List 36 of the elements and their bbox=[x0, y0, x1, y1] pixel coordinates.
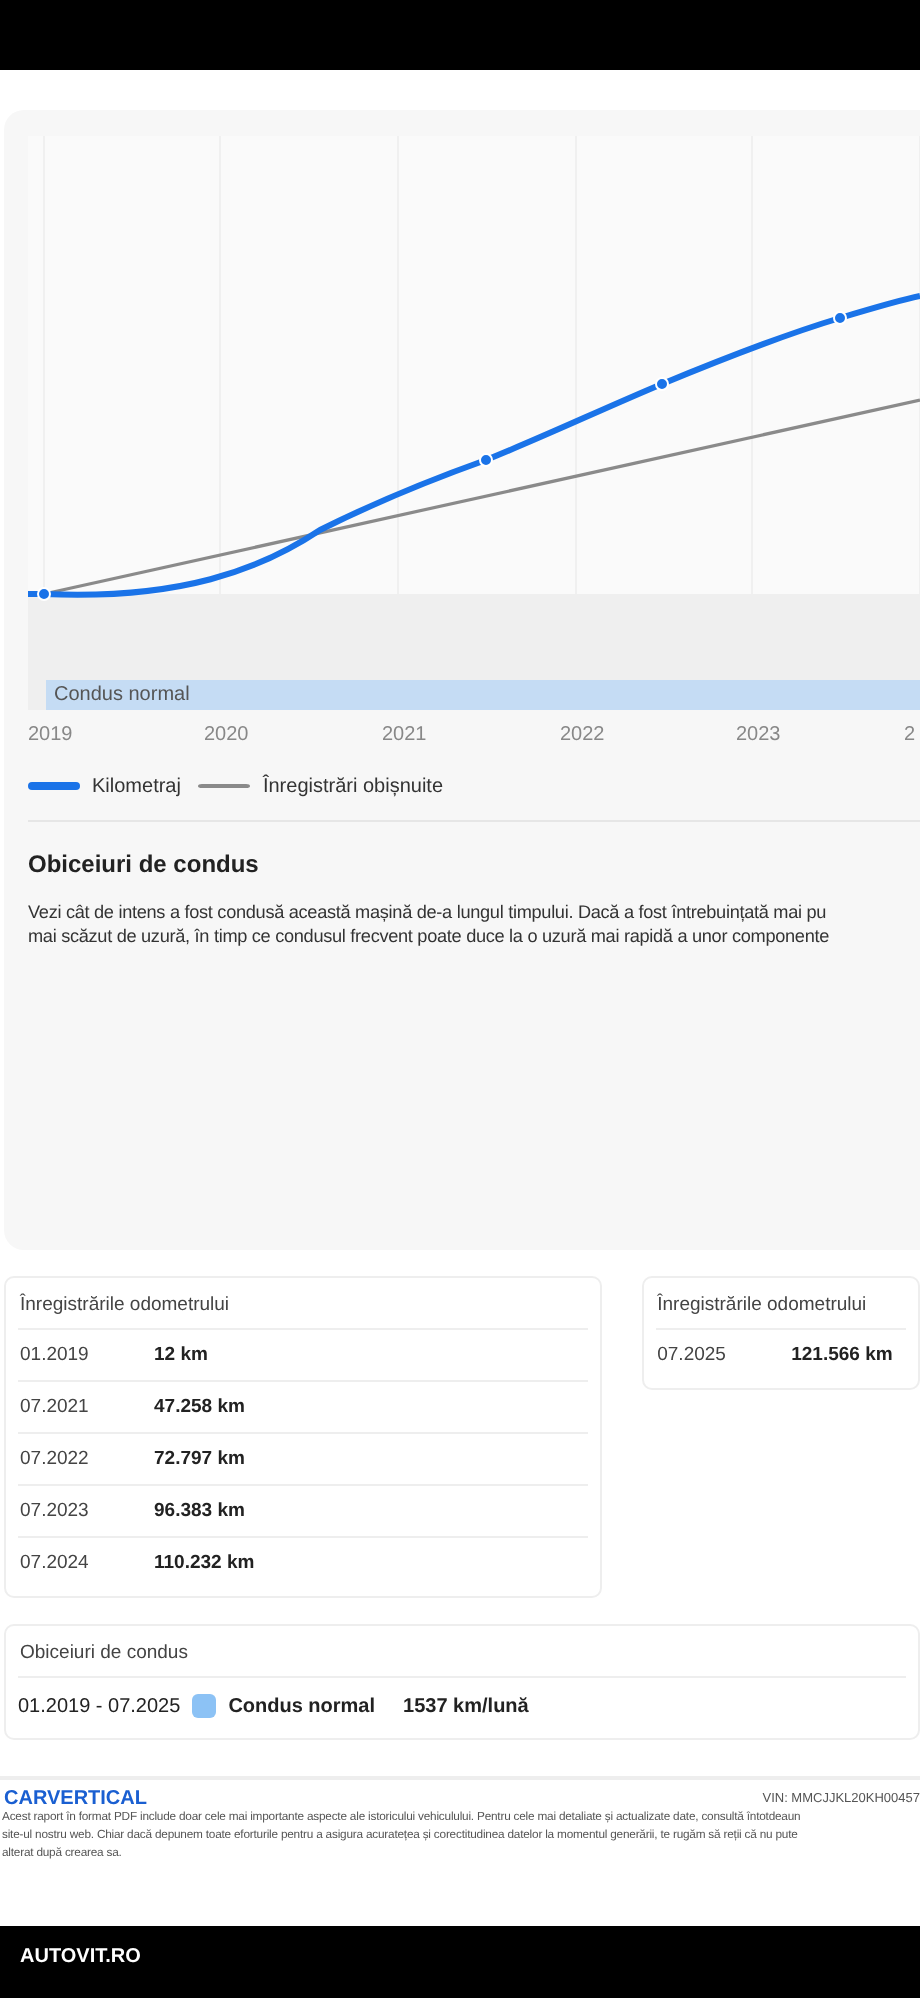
date-text: 07.2024 bbox=[20, 1552, 91, 1574]
monthly-rate: 1537 km/lună bbox=[403, 1695, 529, 1717]
date-text: 07.2025 bbox=[657, 1344, 728, 1366]
period-text: 01.2019 - 07.2025 bbox=[18, 1695, 181, 1717]
data-point bbox=[655, 377, 669, 391]
brand-logo: AUTOVIT.RO bbox=[20, 1946, 141, 1968]
axis-label: 2022 bbox=[560, 724, 605, 746]
date-text: 01.2019 bbox=[20, 1344, 91, 1366]
description-text: mai scăzut de uzură, în timp ce condusul frecvent poate duce la o uzură mai rapidă a unor componente bbox=[28, 924, 832, 948]
data-point bbox=[479, 453, 493, 467]
mileage-value: 96.383 km bbox=[154, 1500, 245, 1522]
card-title: Înregistrările odometrului bbox=[18, 1286, 588, 1330]
axis-label: 2 bbox=[904, 724, 916, 746]
legend-label: Kilometraj bbox=[92, 775, 181, 797]
mileage-value: 110.232 km bbox=[154, 1552, 255, 1574]
mileage-value: 12 km bbox=[154, 1344, 208, 1366]
card-title: Obiceiuri de condus bbox=[18, 1634, 906, 1678]
axis-label: 2021 bbox=[382, 724, 427, 746]
date-text: 07.2023 bbox=[20, 1500, 91, 1522]
logo: CARVERTICAL bbox=[2, 1788, 147, 1810]
description-text: Vezi cât de intens a fost condusă această mașină de-a lungul timpului. Dacă a fost întrebuințată mai pu bbox=[28, 900, 829, 924]
data-point bbox=[833, 311, 847, 325]
axis-label: 2020 bbox=[204, 724, 249, 746]
period-band: Condus normal bbox=[46, 680, 920, 710]
legend-label: Înregistrări obișnuite bbox=[262, 775, 444, 797]
mileage-value: 72.797 km bbox=[154, 1448, 245, 1470]
card-title: Înregistrările odometrului bbox=[655, 1286, 906, 1330]
section-title: Obiceiuri de condus bbox=[28, 850, 261, 878]
axis-label: 2019 bbox=[28, 724, 73, 746]
data-point bbox=[37, 587, 51, 601]
driving-style: Condus normal bbox=[228, 1695, 376, 1717]
mileage-value: 47.258 km bbox=[154, 1396, 245, 1418]
date-text: 07.2022 bbox=[20, 1448, 91, 1470]
mileage-value: 121.566 km bbox=[791, 1344, 893, 1366]
date-text: 07.2021 bbox=[20, 1396, 91, 1418]
axis-label: 2023 bbox=[736, 724, 781, 746]
